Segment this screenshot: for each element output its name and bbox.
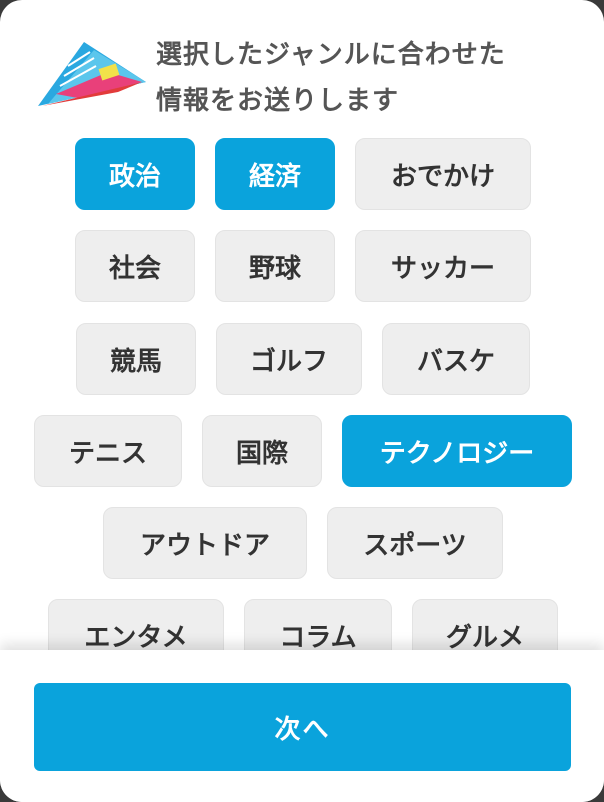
genre-chip[interactable]: テニス <box>34 415 182 487</box>
genre-chip-label: サッカー <box>390 253 495 284</box>
genre-chip-label: テクノロジー <box>379 438 535 469</box>
chip-row-4: テニス 国際 テクノロジー <box>0 415 604 487</box>
genre-chip-label: ゴルフ <box>249 346 328 377</box>
modal-header: 選択したジャンルに合わせた 情報をお送りします <box>38 28 578 118</box>
genre-chip[interactable]: 経済 <box>215 138 335 210</box>
next-button-label: 次へ <box>274 714 331 745</box>
genre-chip-label: バスケ <box>416 346 495 377</box>
genre-chip-label: スポーツ <box>363 530 467 561</box>
genre-chip[interactable]: 政治 <box>75 138 195 210</box>
genre-chip-label: 政治 <box>108 161 161 192</box>
chip-row-3: 競馬 ゴルフ バスケ <box>0 323 604 395</box>
genre-chip[interactable]: 野球 <box>215 230 335 302</box>
genre-chip-label: 経済 <box>248 161 301 192</box>
chip-row-5: アウトドア スポーツ <box>0 507 604 579</box>
genre-chip-label: テニス <box>68 438 147 469</box>
genre-chip-label: コラム <box>279 622 357 653</box>
genre-chip[interactable]: バスケ <box>382 323 530 395</box>
genre-chip[interactable]: 競馬 <box>76 323 196 395</box>
genre-chip[interactable]: おでかけ <box>355 138 531 210</box>
modal-footer: 次へ <box>0 650 604 802</box>
genre-chip[interactable]: ゴルフ <box>216 323 362 395</box>
genre-chip-label: エンタメ <box>84 622 188 653</box>
genre-chip-label: 競馬 <box>109 346 162 377</box>
genre-chip[interactable]: スポーツ <box>327 507 503 579</box>
header-description: 選択したジャンルに合わせた 情報をお送りします <box>156 32 576 124</box>
genre-chip-label: 国際 <box>235 438 288 469</box>
genre-chip[interactable]: サッカー <box>355 230 531 302</box>
genre-chip[interactable]: 社会 <box>75 230 195 302</box>
next-button[interactable]: 次へ <box>34 683 571 771</box>
genre-select-modal: 選択したジャンルに合わせた 情報をお送りします 政治 経済 おでかけ 社会 野球… <box>0 0 604 802</box>
genre-chip-label: アウトドア <box>139 530 270 561</box>
chip-row-1: 政治 経済 おでかけ <box>0 138 604 210</box>
header-line-2: 情報をお送りします <box>156 86 400 116</box>
genre-chip[interactable]: 国際 <box>202 415 322 487</box>
genre-chip[interactable]: テクノロジー <box>342 415 572 487</box>
paper-plane-news-icon <box>38 42 146 106</box>
header-line-1: 選択したジャンルに合わせた <box>156 40 506 70</box>
chip-row-2: 社会 野球 サッカー <box>0 230 604 302</box>
genre-chip-label: グルメ <box>445 622 524 653</box>
genre-chip-label: おでかけ <box>390 161 495 192</box>
genre-chip-label: 野球 <box>248 253 301 284</box>
genre-chip-label: 社会 <box>108 253 161 284</box>
genre-chip[interactable]: アウトドア <box>103 507 307 579</box>
